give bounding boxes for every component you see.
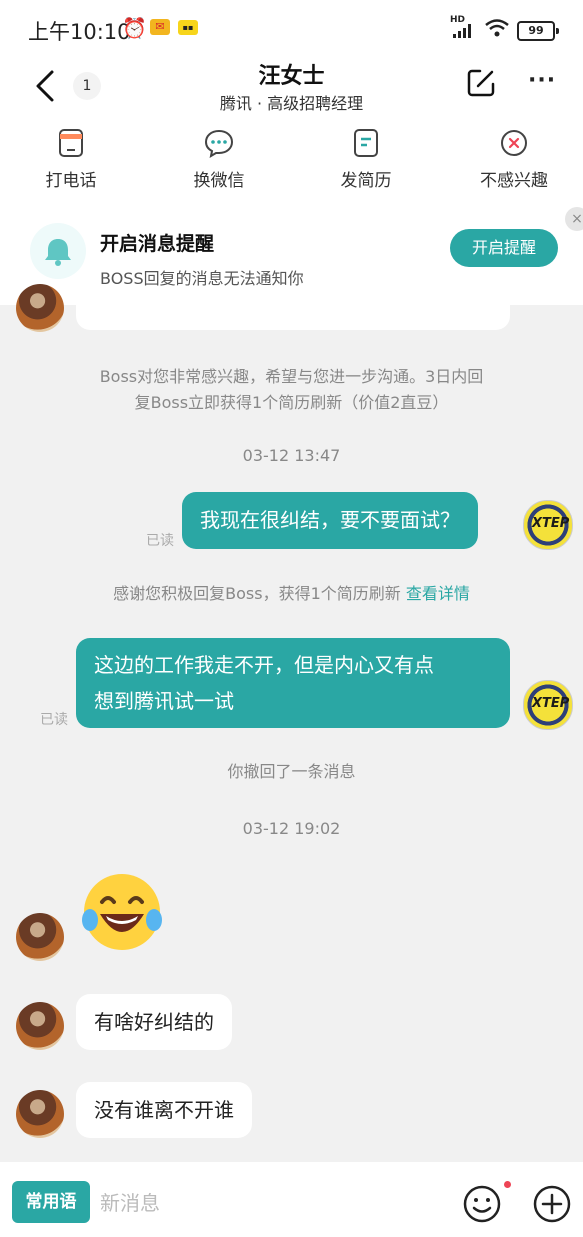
- send-resume-button[interactable]: 发简历: [306, 128, 426, 191]
- phone-icon: [59, 129, 83, 157]
- chat-header: 汪女士 腾讯 · 高级招聘经理 1 ···: [0, 58, 583, 118]
- status-time: 上午10:10: [28, 20, 131, 44]
- close-reminder-icon[interactable]: ×: [565, 207, 583, 231]
- switch-wechat-button[interactable]: 换微信: [159, 128, 279, 191]
- message-line: 想到腾讯试一试: [94, 689, 234, 713]
- reminder-title: 开启消息提醒: [100, 233, 215, 255]
- call-label: 打电话: [45, 171, 97, 191]
- status-bar: 上午10:10 ⏰ ✉ ▪▪ HD 99: [0, 0, 583, 58]
- timestamp: 03-12 13:47: [242, 446, 341, 465]
- emoji-icon[interactable]: [462, 1184, 502, 1224]
- plus-icon[interactable]: [532, 1184, 572, 1224]
- unread-count-badge: 1: [73, 72, 101, 100]
- send-resume-label: 发简历: [340, 171, 392, 191]
- more-icon[interactable]: ···: [528, 68, 556, 93]
- reminder-subtitle: BOSS回复的消息无法通知你: [100, 269, 304, 288]
- system-message: 感谢您积极回复Boss，获得1个简历刷新 查看详情: [0, 581, 583, 607]
- my-avatar[interactable]: XTEP: [523, 500, 573, 550]
- laughing-tears-emoji-icon[interactable]: [80, 872, 164, 952]
- recalled-message-notice: 你撤回了一条消息: [227, 762, 356, 781]
- system-message-line: 复Boss立即获得1个简历刷新（价值2直豆）: [134, 393, 449, 412]
- alarm-icon: ⏰: [122, 16, 147, 40]
- message-line: 这边的工作我走不开，但是内心又有点: [94, 653, 434, 677]
- message-bubble-partial: [76, 296, 510, 330]
- my-avatar[interactable]: XTEP: [523, 680, 573, 730]
- not-interested-label: 不感兴趣: [480, 171, 548, 191]
- contact-avatar[interactable]: [16, 284, 64, 332]
- back-icon[interactable]: [32, 66, 60, 106]
- wifi-icon: [485, 19, 509, 37]
- view-details-link[interactable]: 查看详情: [406, 584, 470, 603]
- read-receipt: 已读: [40, 712, 68, 728]
- resume-icon: [354, 129, 378, 157]
- system-message-text: 感谢您积极回复Boss，获得1个简历刷新: [113, 584, 401, 603]
- xtep-logo: XTEP: [532, 696, 570, 711]
- my-message-bubble[interactable]: 我现在很纠结，要不要面试？: [182, 492, 478, 549]
- signal-icon: [453, 24, 471, 38]
- my-message-bubble[interactable]: 这边的工作我走不开，但是内心又有点 想到腾讯试一试: [76, 638, 510, 728]
- not-interested-button[interactable]: 不感兴趣: [454, 128, 574, 191]
- message-input[interactable]: [98, 1181, 452, 1225]
- notification-reminder-banner: 开启消息提醒 BOSS回复的消息无法通知你 开启提醒: [0, 213, 583, 293]
- system-message-line: Boss对您非常感兴趣，希望与您进一步沟通。3日内回: [99, 367, 484, 386]
- not-interested-icon: [501, 130, 527, 156]
- edit-icon[interactable]: [466, 68, 496, 98]
- action-row: 打电话 换微信 发简历 不感兴趣: [0, 128, 583, 203]
- contact-avatar[interactable]: [16, 913, 64, 961]
- enable-reminder-button[interactable]: 开启提醒: [450, 229, 558, 267]
- call-button[interactable]: 打电话: [11, 128, 131, 191]
- new-indicator-dot: [504, 1181, 511, 1188]
- input-bar: 常用语: [0, 1162, 583, 1237]
- bell-icon: [30, 223, 86, 279]
- xtep-logo: XTEP: [532, 516, 570, 531]
- common-phrases-button[interactable]: 常用语: [12, 1181, 90, 1223]
- read-receipt: 已读: [146, 533, 174, 549]
- contact-message-bubble[interactable]: 没有谁离不开谁: [76, 1082, 252, 1138]
- system-message: Boss对您非常感兴趣，希望与您进一步沟通。3日内回 复Boss立即获得1个简历…: [0, 364, 583, 416]
- timestamp: 03-12 19:02: [242, 819, 341, 838]
- contact-avatar[interactable]: [16, 1002, 64, 1050]
- contact-message-bubble[interactable]: 有啥好纠结的: [76, 994, 232, 1050]
- contact-avatar[interactable]: [16, 1090, 64, 1138]
- wechat-icon: [204, 129, 234, 158]
- mail-notification-icon: ✉: [150, 19, 170, 35]
- battery-icon: 99: [517, 21, 559, 41]
- app-notification-icon: ▪▪: [178, 20, 198, 35]
- switch-wechat-label: 换微信: [193, 171, 245, 191]
